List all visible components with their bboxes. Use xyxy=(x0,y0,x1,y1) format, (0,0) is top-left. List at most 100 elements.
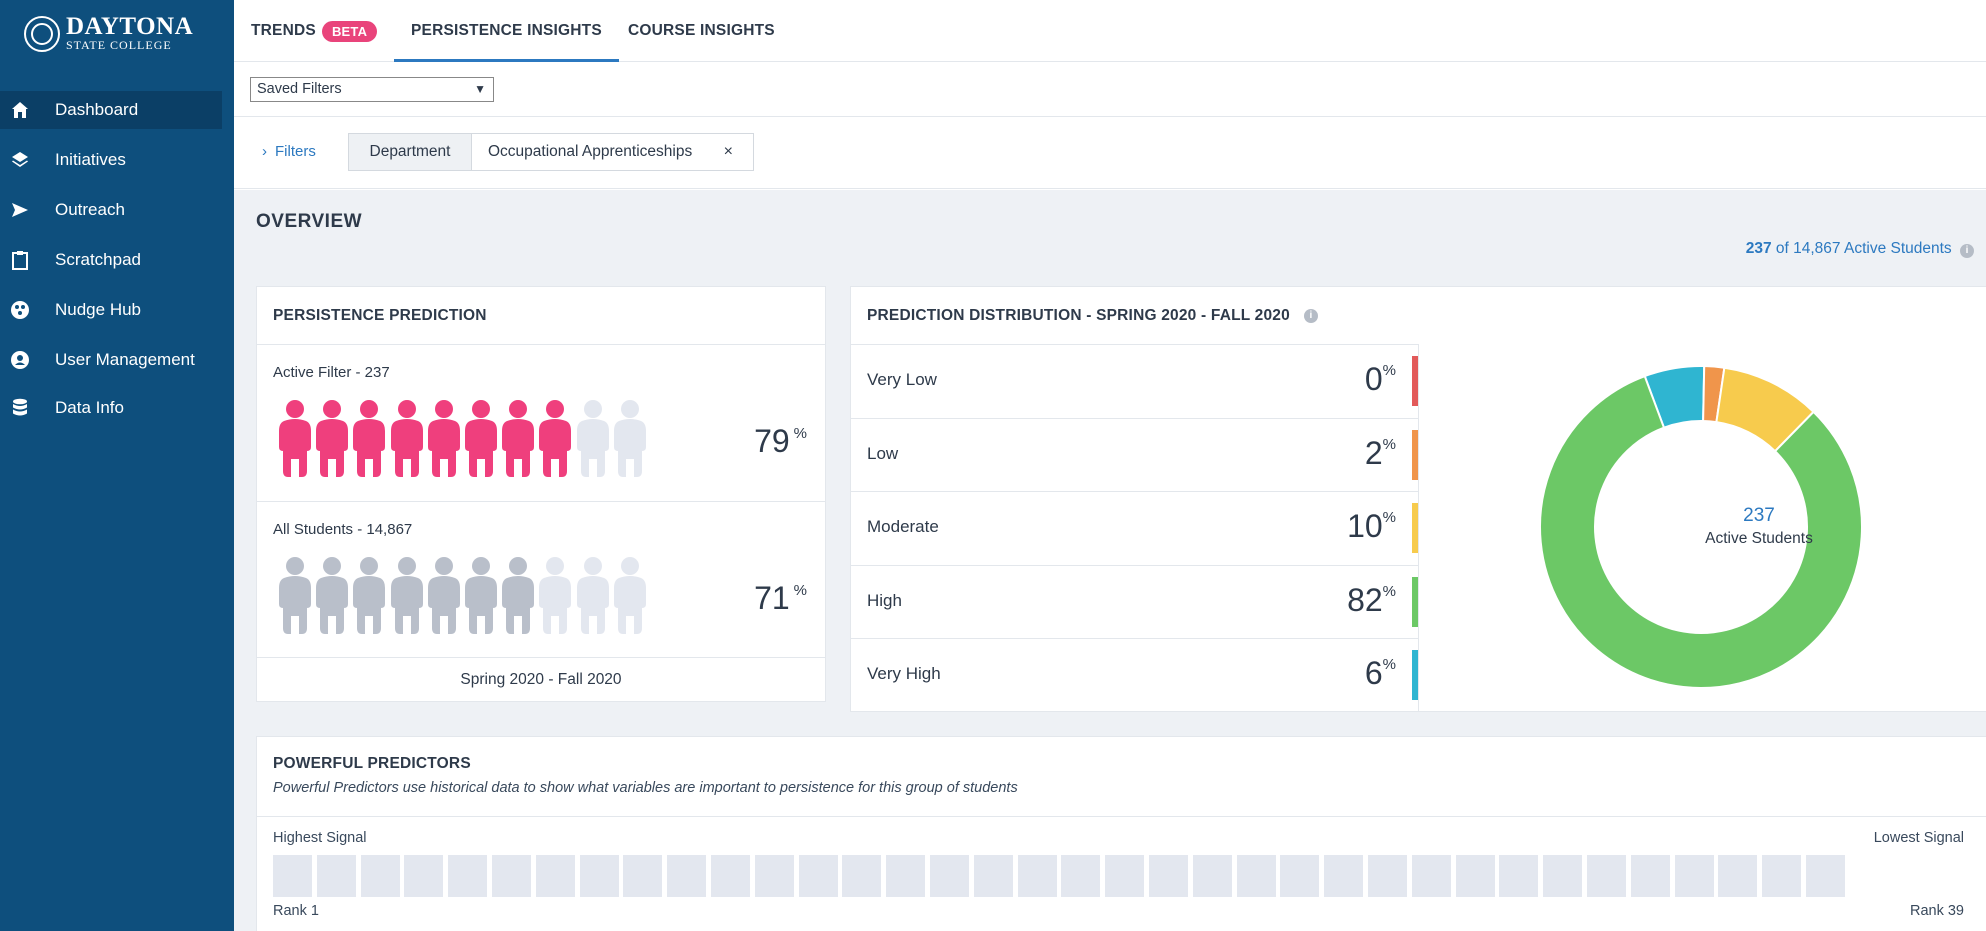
info-icon[interactable]: i xyxy=(1303,309,1318,323)
layers-icon xyxy=(10,150,30,170)
distribution-row-very-low: Very Low 0% xyxy=(851,345,1418,419)
sidebar-item-label: Nudge Hub xyxy=(55,300,142,319)
predictor-cell[interactable] xyxy=(842,855,882,897)
powerful-predictors-card: POWERFUL PREDICTORS Powerful Predictors … xyxy=(256,736,1986,931)
active-filter-label: Active Filter - 237 xyxy=(273,364,390,381)
all-students-section: All Students - 14,867 71% xyxy=(257,501,825,659)
saved-filters-row: Saved Filters ▼ xyxy=(234,62,1986,117)
predictor-cell[interactable] xyxy=(491,855,531,897)
main-content: OVERVIEW 237 of 14,867 Active Students i… xyxy=(234,190,1986,931)
active-count-text: of 14,867 Active Students xyxy=(1775,240,1952,257)
rank-last-label: Rank 39 xyxy=(1909,903,1964,919)
predictor-cell[interactable] xyxy=(1192,855,1232,897)
chevron-right-icon: › xyxy=(262,143,267,160)
tab-trends[interactable]: TRENDS BETA xyxy=(251,0,378,62)
distribution-row-very-high: Very High 6% xyxy=(851,639,1418,713)
predictor-cell[interactable] xyxy=(1367,855,1407,897)
prediction-distribution-card: PREDICTION DISTRIBUTION - SPRING 2020 - … xyxy=(850,286,1986,712)
nudge-icon xyxy=(10,300,30,320)
row-label: Low xyxy=(867,443,899,463)
sidebar: DAYTONA STATE COLLEGE Dashboard Initiati… xyxy=(0,0,234,931)
tab-course-insights[interactable]: COURSE INSIGHTS xyxy=(628,0,775,62)
row-value: 0% xyxy=(1364,361,1396,397)
predictor-cell[interactable] xyxy=(316,855,356,897)
predictor-cell[interactable] xyxy=(1718,855,1758,897)
card-title-row: PREDICTION DISTRIBUTION - SPRING 2020 - … xyxy=(867,307,1318,325)
distribution-row-low: Low 2% xyxy=(851,419,1418,493)
predictor-cell[interactable] xyxy=(1324,855,1364,897)
sidebar-item-user-management[interactable]: User Management xyxy=(0,341,222,379)
predictor-cell[interactable] xyxy=(1105,855,1145,897)
sidebar-item-outreach[interactable]: Outreach xyxy=(0,191,222,229)
clipboard-icon xyxy=(10,250,30,270)
predictor-cell[interactable] xyxy=(1148,855,1188,897)
predictor-cell[interactable] xyxy=(1455,855,1495,897)
filter-bar: › Filters Department Occupational Apprent… xyxy=(234,117,1986,189)
distribution-list: Very Low 0% Low 2% Moderate 10% High 82%… xyxy=(851,344,1418,713)
row-value: 2% xyxy=(1364,434,1396,471)
card-subtitle: Powerful Predictors use historical data … xyxy=(273,780,1018,796)
predictor-cell[interactable] xyxy=(886,855,926,897)
predictor-cell[interactable] xyxy=(535,855,575,897)
filters-toggle[interactable]: › Filters xyxy=(262,143,316,160)
row-label: High xyxy=(867,590,902,610)
predictor-cell[interactable] xyxy=(973,855,1013,897)
info-icon[interactable]: i xyxy=(1960,244,1974,258)
brand-subname: STATE COLLEGE xyxy=(66,38,172,52)
predictor-cell[interactable] xyxy=(1017,855,1057,897)
sidebar-item-label: Outreach xyxy=(55,200,125,219)
person-icon xyxy=(613,400,646,477)
predictor-cell[interactable] xyxy=(1499,855,1539,897)
predictor-cell[interactable] xyxy=(1674,855,1714,897)
predictor-cell[interactable] xyxy=(1805,855,1845,897)
predictor-cell[interactable] xyxy=(1762,855,1802,897)
predictor-cell[interactable] xyxy=(929,855,969,897)
person-icon xyxy=(427,400,460,477)
sidebar-item-nudge-hub[interactable]: Nudge Hub xyxy=(0,291,222,329)
person-icon xyxy=(464,557,497,634)
brand-logo[interactable]: DAYTONA STATE COLLEGE xyxy=(24,13,194,52)
close-icon[interactable]: × xyxy=(724,143,733,161)
predictor-cell[interactable] xyxy=(360,855,400,897)
predictor-cell[interactable] xyxy=(623,855,663,897)
saved-filters-select[interactable]: Saved Filters ▼ xyxy=(250,77,494,102)
predictor-cell[interactable] xyxy=(1543,855,1583,897)
predictor-cell[interactable] xyxy=(1236,855,1276,897)
home-icon xyxy=(10,100,30,120)
predictor-cell[interactable] xyxy=(273,855,312,897)
donut-center-label: Active Students xyxy=(1705,530,1813,547)
brand-name: DAYTONA xyxy=(66,13,194,40)
predictor-cell[interactable] xyxy=(1630,855,1670,897)
predictor-cell[interactable] xyxy=(754,855,794,897)
all-students-percent: 71% xyxy=(754,580,807,616)
predictor-cell[interactable] xyxy=(448,855,488,897)
predictor-cell[interactable] xyxy=(404,855,444,897)
predictor-cell[interactable] xyxy=(710,855,750,897)
tab-persistence-insights[interactable]: PERSISTENCE INSIGHTS xyxy=(394,0,619,62)
predictor-rank-strip xyxy=(273,855,1850,897)
card-title: PERSISTENCE PREDICTION xyxy=(273,307,487,324)
predictor-cell[interactable] xyxy=(1411,855,1451,897)
predictor-cell[interactable] xyxy=(1280,855,1320,897)
row-label: Moderate xyxy=(867,517,939,537)
highest-signal-label: Highest Signal xyxy=(273,830,367,846)
sidebar-item-scratchpad[interactable]: Scratchpad xyxy=(0,241,222,279)
active-filter-section: Active Filter - 237 79% xyxy=(257,344,825,501)
person-icon xyxy=(613,557,646,634)
sidebar-item-initiatives[interactable]: Initiatives xyxy=(0,141,222,179)
donut-center-value: 237 xyxy=(1743,505,1775,526)
person-icon xyxy=(279,557,311,634)
person-icon xyxy=(353,400,386,477)
predictor-cell[interactable] xyxy=(1061,855,1101,897)
person-icon xyxy=(427,557,460,634)
tab-label: PERSISTENCE INSIGHTS xyxy=(411,22,602,39)
predictor-cell[interactable] xyxy=(579,855,619,897)
user-management-icon xyxy=(10,350,30,370)
predictor-cell[interactable] xyxy=(1586,855,1626,897)
distribution-row-moderate: Moderate 10% xyxy=(851,492,1418,566)
predictor-cell[interactable] xyxy=(667,855,707,897)
sidebar-item-dashboard[interactable]: Dashboard xyxy=(0,91,222,129)
predictor-cell[interactable] xyxy=(798,855,838,897)
row-label: Very Low xyxy=(867,370,937,389)
sidebar-item-data-info[interactable]: Data Info xyxy=(0,389,222,427)
